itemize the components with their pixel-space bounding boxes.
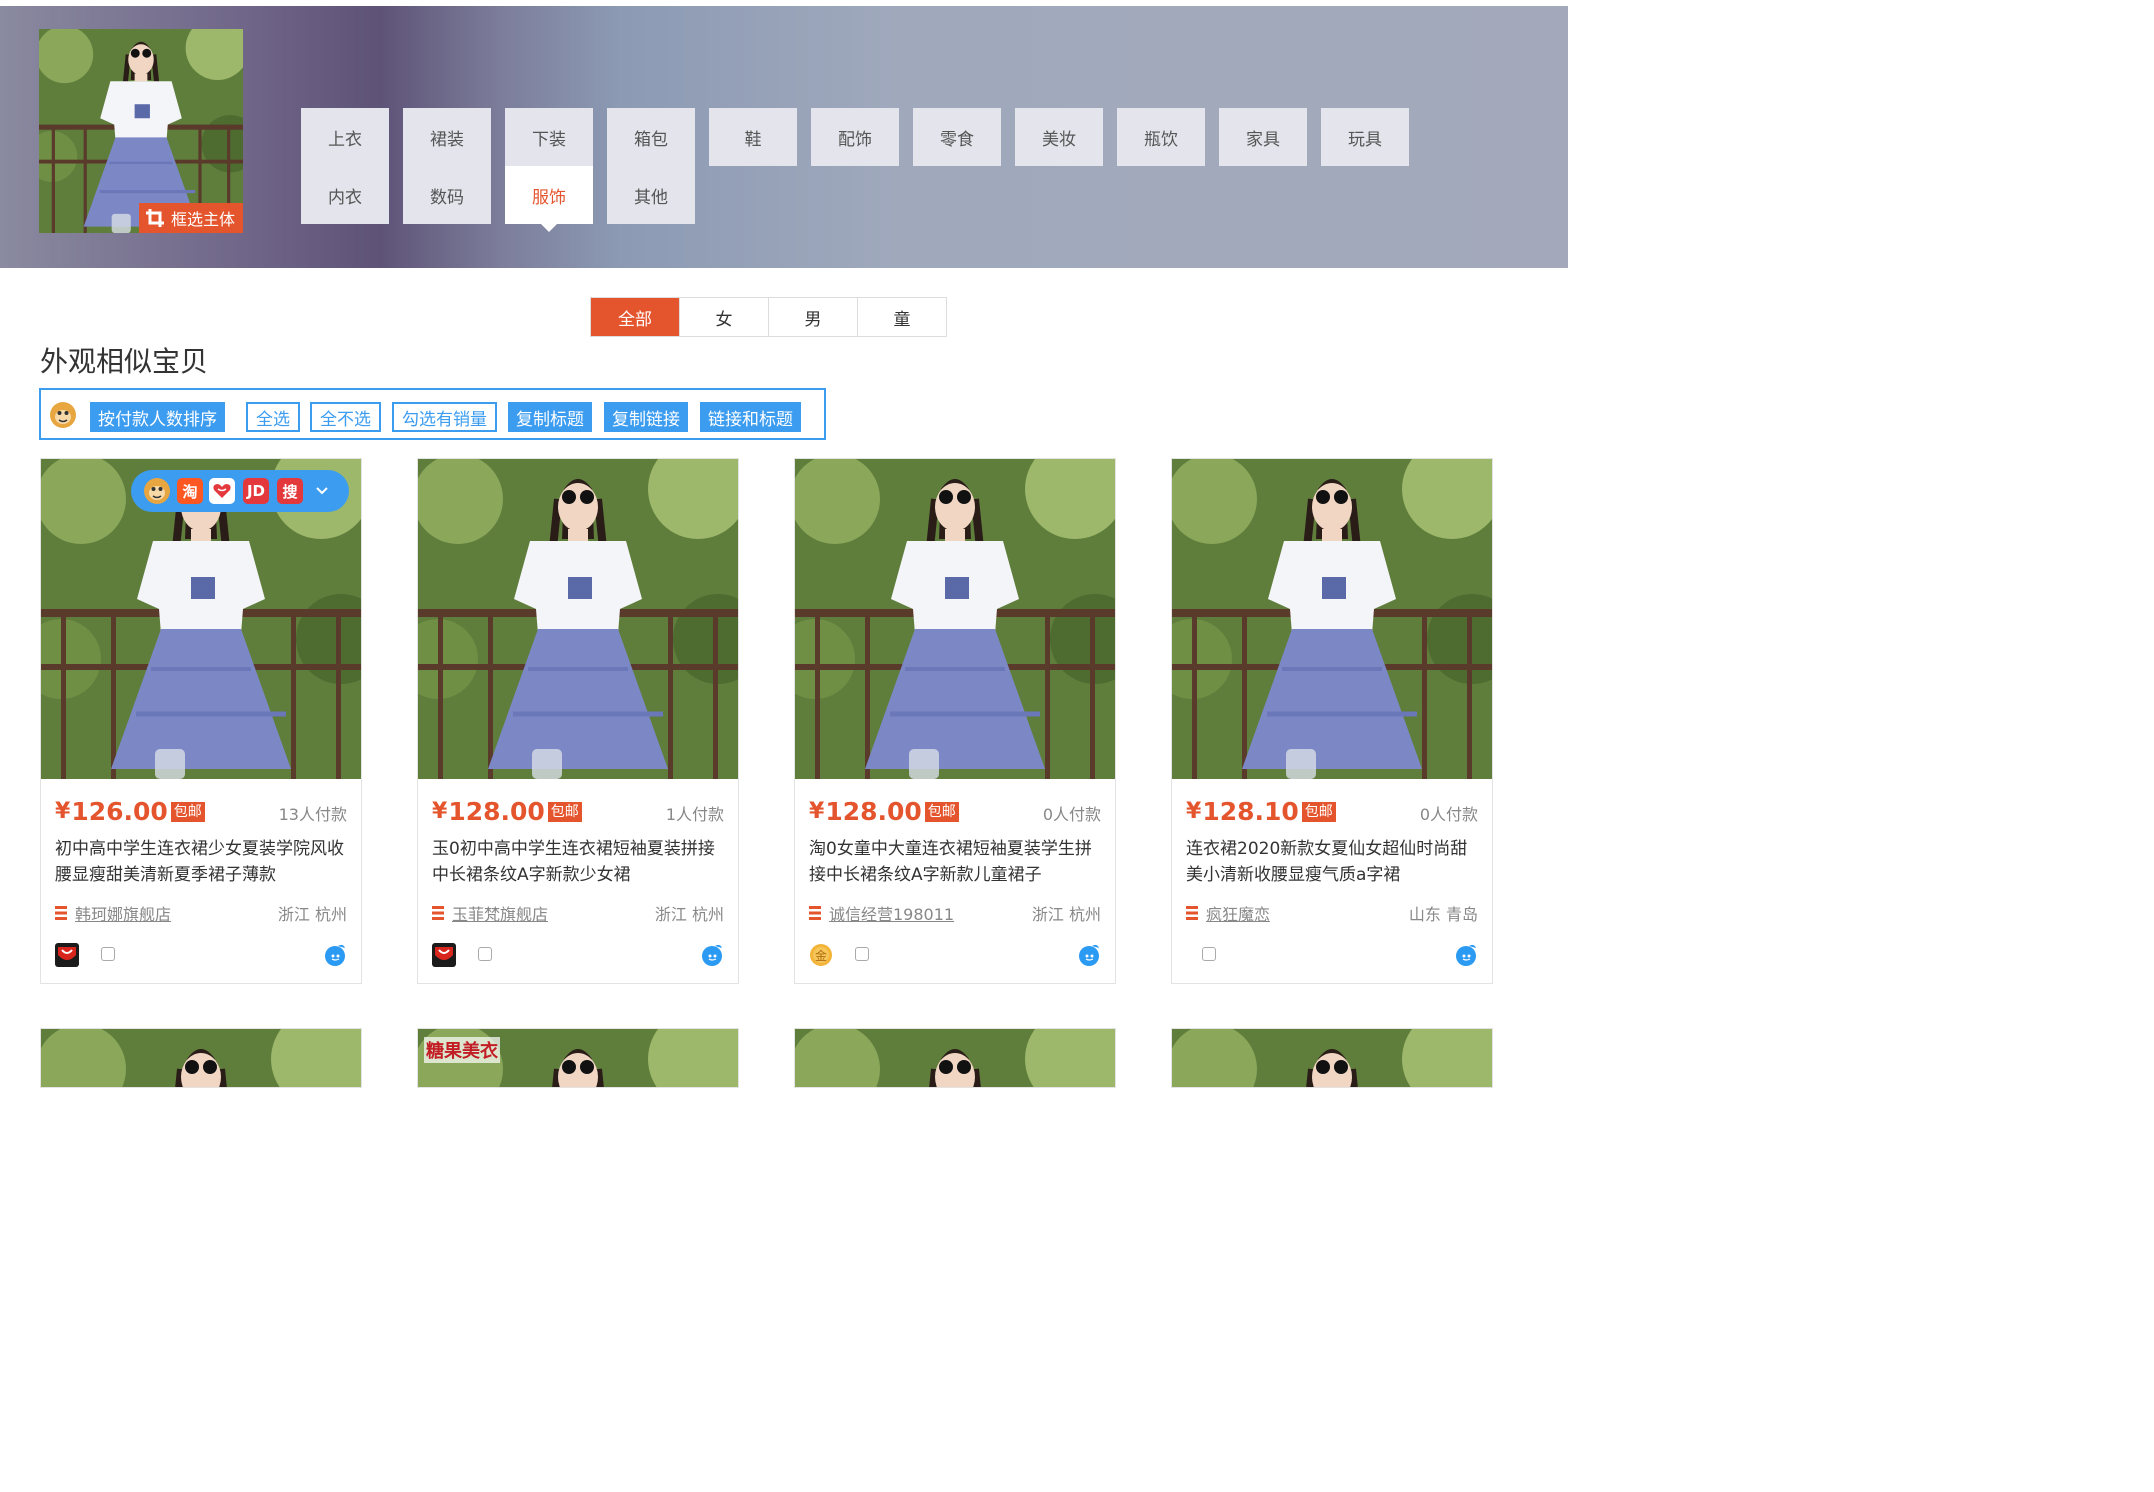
taobao-search-icon[interactable]: 淘 [177,478,203,504]
gender-tabs: 全部 女 男 童 [590,297,947,337]
wangwang-chat-icon[interactable] [323,943,347,967]
chevron-down-icon[interactable] [315,485,329,497]
product-price: ¥128.00 包邮 [809,797,959,826]
sales-count: 13人付款 [278,805,347,824]
category-makeup[interactable]: 美妆 [1015,108,1103,166]
select-all-button[interactable]: 全选 [246,402,300,432]
link-and-title-button[interactable]: 链接和标题 [700,402,801,432]
shop-location: 浙江 杭州 [654,905,724,924]
shop-icon [1186,906,1198,920]
shop-line: 玉菲梵旗舰店 浙江 杭州 [432,901,724,925]
wangwang-chat-icon[interactable] [1454,943,1478,967]
product-title[interactable]: 初中高中学生连衣裙少女夏装学院风收腰显瘦甜美清新夏季裙子薄款 [55,836,345,888]
category-toys[interactable]: 玩具 [1321,108,1409,166]
tmall-logo-icon [55,943,79,967]
product-price: ¥128.00 包邮 [432,797,582,826]
category-digital[interactable]: 数码 [403,166,491,224]
category-dresses[interactable]: 裙装 [403,108,491,166]
product-card[interactable] [40,1028,362,1088]
product-card[interactable] [794,1028,1116,1088]
shop-icon [809,906,821,920]
category-snacks[interactable]: 零食 [913,108,1001,166]
select-checkbox[interactable] [101,947,115,961]
product-title[interactable]: 连衣裙2020新款女夏仙女超仙时尚甜美小清新收腰显瘦气质a字裙 [1186,836,1476,888]
product-title[interactable]: 玉0初中高中学生连衣裙短袖夏装拼接中长裙条纹A字新款少女裙 [432,836,722,888]
category-drinks[interactable]: 瓶饮 [1117,108,1205,166]
copy-link-button[interactable]: 复制链接 [604,402,688,432]
shop-line: 韩珂娜旗舰店 浙江 杭州 [55,901,347,925]
select-checkbox[interactable] [1202,947,1216,961]
category-bottoms[interactable]: 下装 [505,108,593,166]
category-bags[interactable]: 箱包 [607,108,695,166]
shop-link[interactable]: 诚信经营198011 [829,901,954,925]
category-shoes[interactable]: 鞋 [709,108,797,166]
sales-count: 1人付款 [665,805,724,824]
batch-toolbar: 按付款人数排序 全选 全不选 勾选有销量 复制标题 复制链接 链接和标题 [39,388,826,440]
select-with-sales-button[interactable]: 勾选有销量 [392,402,497,432]
product-card[interactable]: ¥128.10 包邮 0人付款 连衣裙2020新款女夏仙女超仙时尚甜美小清新收腰显… [1171,458,1493,984]
shop-watermark: 糖果美衣 [424,1037,500,1063]
sales-count: 0人付款 [1419,805,1478,824]
select-none-button[interactable]: 全不选 [310,402,381,432]
free-shipping-badge: 包邮 [547,801,582,822]
tmall-logo-icon [432,943,456,967]
monkey-avatar-icon [49,401,77,429]
section-title: 外观相似宝贝 [40,345,209,378]
gold-seller-icon [810,944,832,966]
sales-count: 0人付款 [1042,805,1101,824]
free-shipping-badge: 包邮 [924,801,959,822]
product-price: ¥128.10 包邮 [1186,797,1336,826]
multi-search-bar: 淘 JD 搜 [131,470,349,512]
product-image[interactable] [418,459,738,779]
product-price: ¥126.00 包邮 [55,797,205,826]
product-card[interactable]: 糖果美衣 [417,1028,739,1088]
shop-icon [432,906,444,920]
shop-link[interactable]: 疯狂魔恋 [1206,901,1270,925]
tab-male[interactable]: 男 [769,298,858,336]
product-title[interactable]: 淘0女童中大童连衣裙短袖夏装学生拼接中长裙条纹A字新款儿童裙子 [809,836,1099,888]
product-card[interactable]: ¥128.00 包邮 1人付款 玉0初中高中学生连衣裙短袖夏装拼接中长裙条纹A字新… [417,458,739,984]
shop-line: 诚信经营198011 浙江 杭州 [809,901,1101,925]
category-furniture[interactable]: 家具 [1219,108,1307,166]
category-underwear[interactable]: 内衣 [301,166,389,224]
product-card[interactable]: ¥128.00 包邮 0人付款 淘0女童中大童连衣裙短袖夏装学生拼接中长裙条纹A字… [794,458,1116,984]
category-tops[interactable]: 上衣 [301,108,389,166]
category-accessories[interactable]: 配饰 [811,108,899,166]
product-card[interactable] [1171,1028,1493,1088]
sou-search-icon[interactable]: 搜 [277,478,303,504]
shop-link[interactable]: 玉菲梵旗舰店 [452,901,548,925]
free-shipping-badge: 包邮 [1301,801,1336,822]
tab-kids[interactable]: 童 [858,298,946,336]
select-checkbox[interactable] [855,947,869,961]
wangwang-chat-icon[interactable] [700,943,724,967]
sort-by-payers-button[interactable]: 按付款人数排序 [90,402,225,432]
shop-icon [55,906,67,920]
product-image[interactable] [795,459,1115,779]
category-other[interactable]: 其他 [607,166,695,224]
query-image: 框选主体 [39,29,243,233]
tmall-heart-icon[interactable] [209,478,235,504]
copy-title-button[interactable]: 复制标题 [508,402,592,432]
jd-search-icon[interactable]: JD [243,478,269,504]
tab-female[interactable]: 女 [680,298,769,336]
crop-subject-button[interactable]: 框选主体 [138,203,243,233]
shop-location: 山东 青岛 [1408,905,1478,924]
wangwang-chat-icon[interactable] [1077,943,1101,967]
free-shipping-badge: 包邮 [170,801,205,822]
shop-line: 疯狂魔恋 山东 青岛 [1186,901,1478,925]
monkey-icon[interactable] [143,477,171,505]
tab-all[interactable]: 全部 [591,298,680,336]
crop-icon [145,209,164,227]
product-card[interactable]: ¥126.00 包邮 13人付款 初中高中学生连衣裙少女夏装学院风收腰显瘦甜美清新… [40,458,362,984]
shop-link[interactable]: 韩珂娜旗舰店 [75,901,171,925]
crop-subject-label: 框选主体 [170,210,235,229]
shop-location: 浙江 杭州 [1031,905,1101,924]
shop-location: 浙江 杭州 [277,905,347,924]
product-image[interactable] [1172,459,1492,779]
select-checkbox[interactable] [478,947,492,961]
heart-icon [213,484,231,498]
category-apparel[interactable]: 服饰 [505,166,593,232]
